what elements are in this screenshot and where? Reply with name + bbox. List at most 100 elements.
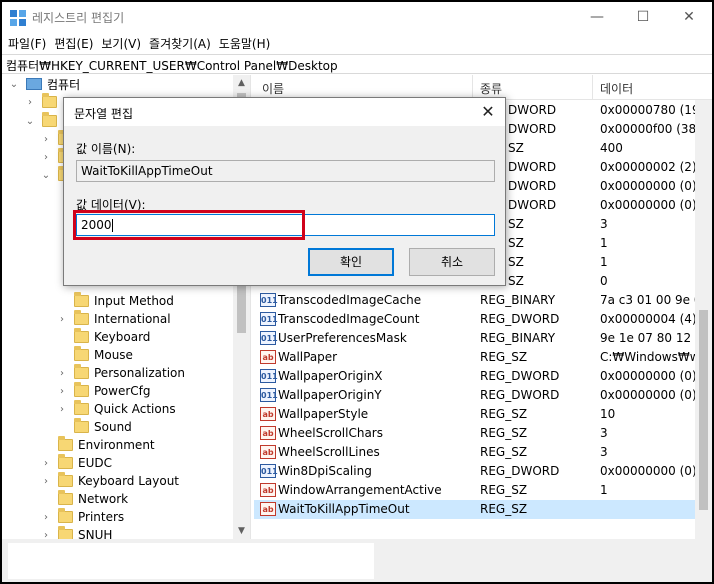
chevron-right-icon[interactable]: › — [24, 97, 36, 108]
table-row[interactable]: ab WallPaper REG_SZ C:₩Windows₩we — [254, 348, 712, 367]
table-row[interactable]: ab WheelScrollLines REG_SZ 3 — [254, 443, 712, 462]
tree-item-label: Personalization — [94, 366, 185, 380]
dialog-title: 문자열 편집 — [74, 107, 134, 121]
tree-item-label: Mouse — [94, 348, 133, 362]
table-row[interactable]: 011 Win8DpiScaling REG_DWORD 0x00000000 … — [254, 462, 712, 481]
chevron-right-icon[interactable]: › — [40, 458, 52, 469]
tree-item-label: Network — [78, 492, 129, 506]
tree-item-keyboard-layout[interactable]: › Keyboard Layout — [40, 472, 179, 490]
scroll-down-icon[interactable]: ▼ — [233, 523, 250, 539]
chevron-right-icon[interactable]: › — [40, 152, 52, 163]
value-name-field: WaitToKillAppTimeOut — [76, 160, 495, 182]
chevron-right-icon[interactable]: › — [56, 404, 68, 415]
table-row-selected[interactable]: ab WaitToKillAppTimeOut REG_SZ — [254, 500, 712, 519]
chevron-right-icon[interactable]: › — [40, 134, 52, 145]
table-row[interactable]: 011 WallpaperOriginY REG_DWORD 0x0000000… — [254, 386, 712, 405]
tree-item-eudc[interactable]: › EUDC — [40, 454, 112, 472]
tree-item-network[interactable]: Network — [40, 490, 128, 508]
chevron-right-icon[interactable]: › — [56, 368, 68, 379]
scroll-up-icon[interactable]: ▲ — [233, 75, 250, 91]
column-header-type[interactable]: 종류 — [480, 80, 502, 97]
tree-item-label: Environment — [78, 438, 155, 452]
cancel-button[interactable]: 취소 — [409, 248, 495, 276]
menu-view[interactable]: 보기(V) — [99, 32, 147, 54]
tree-item-quick-actions[interactable]: › Quick Actions — [56, 400, 176, 418]
tree-item-sound[interactable]: Sound — [56, 418, 132, 436]
tree-item-label: Quick Actions — [94, 402, 176, 416]
address-bar[interactable]: 컴퓨터₩HKEY_CURRENT_USER₩Control Panel₩Desk… — [2, 54, 712, 74]
close-button[interactable]: ✕ — [666, 2, 712, 32]
string-value-icon: ab — [260, 502, 276, 516]
table-row[interactable]: ab WindowArrangementActive REG_SZ 1 — [254, 481, 712, 500]
chevron-down-icon[interactable]: ⌄ — [24, 116, 36, 127]
binary-value-icon: 011 — [260, 369, 278, 383]
folder-icon — [58, 454, 73, 469]
chevron-down-icon[interactable]: ⌄ — [8, 79, 20, 90]
string-value-icon: ab — [260, 350, 276, 364]
folder-icon — [74, 400, 89, 415]
column-divider[interactable] — [592, 75, 593, 100]
binary-value-icon: 011 — [260, 464, 278, 478]
column-header-data[interactable]: 데이터 — [600, 80, 633, 97]
folder-icon — [74, 328, 89, 343]
table-row[interactable]: 011 TranscodedImageCount REG_DWORD 0x000… — [254, 310, 712, 329]
chevron-right-icon[interactable]: › — [40, 530, 52, 540]
chevron-right-icon[interactable]: › — [40, 476, 52, 487]
status-area — [8, 543, 374, 579]
tree-item-label: EUDC — [78, 456, 112, 470]
tree-item-label: SNUH — [78, 528, 113, 539]
chevron-right-icon[interactable]: › — [40, 512, 52, 523]
edit-string-dialog: 문자열 편집 ✕ 값 이름(N): WaitToKillAppTimeOut 값… — [63, 97, 506, 286]
scroll-thumb[interactable] — [699, 310, 708, 510]
registry-editor-window: 레지스트리 편집기 — ☐ ✕ 파일(F) 편집(E) 보기(V) 즐겨찾기(A… — [0, 0, 714, 584]
table-row[interactable]: 011 TranscodedImageCache REG_BINARY 7a c… — [254, 291, 712, 310]
tree-item-label: Input Method — [94, 294, 174, 308]
table-row[interactable]: 011 UserPreferencesMask REG_BINARY 9e 1e… — [254, 329, 712, 348]
tree-item-environment[interactable]: Environment — [40, 436, 155, 454]
chevron-right-icon[interactable]: › — [56, 314, 68, 325]
string-value-icon: ab — [260, 483, 276, 497]
table-row[interactable]: ab WallpaperStyle REG_SZ 10 — [254, 405, 712, 424]
tree-item-label: 컴퓨터 — [47, 77, 81, 92]
tree-item-computer[interactable]: ⌄ 컴퓨터 — [8, 75, 80, 93]
tree-item-input-method[interactable]: Input Method — [56, 292, 174, 310]
tree-item-label: Keyboard — [94, 330, 151, 344]
menu-help[interactable]: 도움말(H) — [217, 32, 277, 54]
dialog-close-icon[interactable]: ✕ — [471, 98, 505, 126]
tree-item[interactable]: › — [24, 93, 62, 111]
tree-item-international[interactable]: › International — [56, 310, 171, 328]
folder-icon — [58, 526, 73, 539]
minimize-button[interactable]: — — [574, 2, 620, 32]
menu-bar: 파일(F) 편집(E) 보기(V) 즐겨찾기(A) 도움말(H) — [2, 32, 712, 54]
tree-item[interactable]: ⌄ — [24, 112, 62, 130]
list-scrollbar[interactable] — [695, 100, 712, 539]
string-value-icon: ab — [260, 407, 276, 421]
tree-item-mouse[interactable]: Mouse — [56, 346, 133, 364]
menu-favorites[interactable]: 즐겨찾기(A) — [147, 32, 217, 54]
dialog-body: 값 이름(N): WaitToKillAppTimeOut 값 데이터(V): … — [64, 126, 505, 285]
tree-item-powercfg[interactable]: › PowerCfg — [56, 382, 151, 400]
chevron-down-icon[interactable]: ⌄ — [40, 170, 52, 181]
chevron-right-icon[interactable]: › — [56, 386, 68, 397]
table-row[interactable]: 011 WallpaperOriginX REG_DWORD 0x0000000… — [254, 367, 712, 386]
tree-item-label: International — [94, 312, 171, 326]
maximize-button[interactable]: ☐ — [620, 2, 666, 32]
tree-item-printers[interactable]: › Printers — [40, 508, 124, 526]
value-data-highlight-box — [73, 210, 305, 240]
menu-edit[interactable]: 편집(E) — [52, 32, 99, 54]
tree-item-keyboard[interactable]: Keyboard — [56, 328, 150, 346]
table-row[interactable]: ab WheelScrollChars REG_SZ 3 — [254, 424, 712, 443]
tree-item-snuh[interactable]: › SNUH — [40, 526, 112, 539]
tree-item-label: Keyboard Layout — [78, 474, 180, 488]
column-header-name[interactable]: 이름 — [262, 80, 284, 97]
ok-button[interactable]: 확인 — [308, 248, 394, 276]
menu-file[interactable]: 파일(F) — [6, 32, 52, 54]
binary-value-icon: 011 — [260, 293, 278, 307]
folder-icon — [74, 382, 89, 397]
status-bar — [2, 539, 712, 582]
tree-item-label: Sound — [94, 420, 132, 434]
binary-value-icon: 011 — [260, 388, 278, 402]
tree-item-personalization[interactable]: › Personalization — [56, 364, 185, 382]
tree-item-label: PowerCfg — [94, 384, 151, 398]
folder-icon — [74, 364, 89, 379]
